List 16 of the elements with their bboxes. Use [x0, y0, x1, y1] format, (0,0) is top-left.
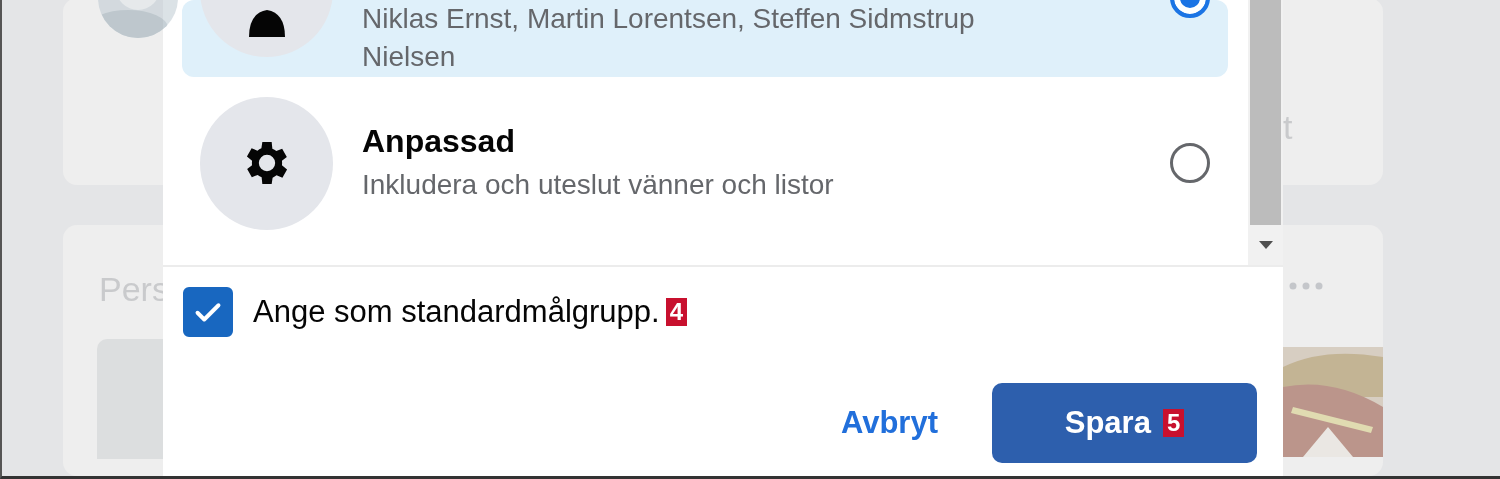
cancel-button[interactable]: Avbryt	[840, 397, 938, 449]
audience-option[interactable]: Niklas Ernst, Martin Lorentsen, Steffen Sidmstrup Nielsen	[182, 0, 1228, 77]
number-badge: 4	[665, 298, 688, 326]
checkbox-label: Ange som standardmålgrupp.	[253, 294, 660, 330]
scrollbar[interactable]	[1248, 0, 1283, 265]
radio-button[interactable]	[1170, 143, 1210, 183]
option-description: Inkludera och uteslut vänner och listor	[362, 168, 835, 202]
option-description: Niklas Ernst, Martin Lorentsen, Steffen Sidmstrup Nielsen	[362, 2, 976, 74]
more-icon	[1289, 282, 1323, 291]
number-badge: 5	[1162, 409, 1185, 437]
scrollbar-thumb[interactable]	[1250, 0, 1281, 225]
option-title: Anpassad	[362, 122, 516, 161]
caret-icon	[1258, 241, 1273, 249]
save-button[interactable]: Spara 5	[992, 383, 1257, 463]
audience-option[interactable]: Anpassad Inkludera och uteslut vänner och listor	[182, 96, 1228, 230]
checkbox[interactable]	[183, 287, 233, 337]
